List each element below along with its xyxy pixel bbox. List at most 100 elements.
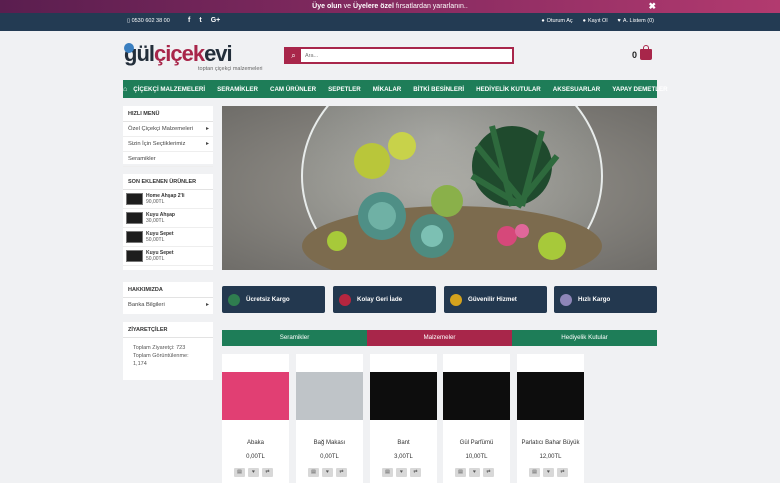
product-tabs: Seramikler Malzemeler Hediyelik Kutular (222, 330, 657, 346)
nav-item-seramikler[interactable]: SERAMİKLER (211, 86, 264, 93)
close-icon[interactable]: ✖ (648, 0, 656, 13)
heart-icon[interactable]: ♥ (248, 468, 259, 477)
gift-icon (560, 293, 572, 306)
compare-icon[interactable]: ⇄ (557, 468, 568, 477)
shopping-bag-icon (640, 45, 653, 60)
recent-product-item[interactable]: Kuyu Ahşap 30,00TL (123, 209, 213, 228)
google-plus-icon[interactable]: G+ (211, 17, 221, 24)
product-price: 3,00TL (394, 454, 413, 460)
logo-tagline: toptan çiçekçi malzemeleri (198, 66, 263, 72)
tab-hediyelik-kutular[interactable]: Hediyelik Kutular (512, 330, 657, 346)
product-thumbnail (126, 212, 143, 224)
compare-icon[interactable]: ⇄ (483, 468, 494, 477)
add-to-cart-icon[interactable]: ▤ (455, 468, 466, 477)
search-button[interactable]: ⌕ (286, 49, 301, 62)
heart-icon[interactable]: ♥ (543, 468, 554, 477)
feature-fast-shipping[interactable]: Hızlı Kargo (554, 286, 657, 313)
quick-menu-item[interactable]: Seramikler (123, 152, 213, 167)
twitter-icon[interactable]: t (199, 17, 201, 24)
product-actions: ▤ ♥ ⇄ (455, 468, 494, 477)
product-actions: ▤ ♥ ⇄ (308, 468, 347, 477)
chevron-right-icon: ▸ (205, 126, 209, 132)
tab-seramikler[interactable]: Seramikler (222, 330, 367, 346)
product-card[interactable]: Bant 3,00TL ▤ ♥ ⇄ (370, 354, 437, 483)
tab-malzemeler[interactable]: Malzemeler (367, 330, 512, 346)
product-card[interactable]: Parlatıcı Bahar Büyük 12,00TL ▤ ♥ ⇄ (517, 354, 584, 483)
nav-item-yapay-demetler[interactable]: YAPAY DEMETLER (606, 86, 673, 93)
facebook-icon[interactable]: f (188, 17, 190, 24)
product-image (517, 372, 584, 420)
nav-item-mikalar[interactable]: MİKALAR (367, 86, 408, 93)
logo-part3: evi (204, 41, 233, 66)
compare-icon[interactable]: ⇄ (336, 468, 347, 477)
nav-item-sepetler[interactable]: SEPETLER (322, 86, 367, 93)
nav-item-hediyelik-kutular[interactable]: HEDİYELİK KUTULAR (470, 86, 547, 93)
compare-icon[interactable]: ⇄ (262, 468, 273, 477)
product-card[interactable]: Gül Parfümü 10,00TL ▤ ♥ ⇄ (443, 354, 510, 483)
product-image (370, 372, 437, 420)
recent-product-item[interactable]: Home Ahşap 2'li 90,00TL (123, 190, 213, 209)
search-box: ⌕ (284, 47, 514, 64)
add-to-cart-icon[interactable]: ▤ (529, 468, 540, 477)
quick-menu-item[interactable]: Özel Çiçekçi Malzemeleri ▸ (123, 122, 213, 137)
recent-product-item[interactable]: Kuyu Sepet 50,00TL (123, 228, 213, 247)
nav-item-cam-urunler[interactable]: CAM ÜRÜNLER (264, 86, 322, 93)
compare-icon[interactable]: ⇄ (410, 468, 421, 477)
account-links: ● Oturum Aç ● Kayıt Ol ♥ A. Listem (0) (541, 18, 654, 24)
product-name: Parlatıcı Bahar Büyük (521, 440, 580, 446)
register-link[interactable]: ● Kayıt Ol (583, 18, 608, 24)
bank-info-label: Banka Bilgileri (128, 302, 165, 308)
chevron-right-icon: ▸ (205, 302, 209, 308)
shield-icon (450, 293, 462, 306)
heart-icon[interactable]: ♥ (322, 468, 333, 477)
product-image (296, 372, 363, 420)
feature-easy-return[interactable]: Kolay Geri İade (333, 286, 436, 313)
recent-products-panel: SON EKLENEN ÜRÜNLER Home Ahşap 2'li 90,00… (123, 174, 213, 270)
product-thumbnail (126, 250, 143, 262)
product-name: Bağ Makası (313, 440, 346, 446)
visitors-panel: ZİYARETÇİLER Toplam Ziyaretçi: 723 Topla… (123, 322, 213, 380)
flower-icon (339, 293, 351, 306)
search-input[interactable] (301, 49, 512, 62)
feature-free-shipping[interactable]: Ücretsiz Kargo (222, 286, 325, 313)
feature-trusted-service[interactable]: Güvenilir Hizmet (444, 286, 547, 313)
promo-bar: Üye olun ve Üyelere özel fırsatlardan ya… (0, 0, 780, 13)
product-card[interactable]: Bağ Makası 0,00TL ▤ ♥ ⇄ (296, 354, 363, 483)
heart-icon: ♥ (617, 18, 621, 24)
recent-product-item[interactable]: Kuyu Sepet 50,00TL (123, 247, 213, 266)
add-to-cart-icon[interactable]: ▤ (308, 468, 319, 477)
main-nav: ⌂ ÇİÇEKÇİ MALZEMELERİ SERAMİKLER CAM ÜRÜ… (123, 80, 668, 98)
product-price: 50,00TL (146, 237, 165, 243)
heart-icon[interactable]: ♥ (469, 468, 480, 477)
product-price: 90,00TL (146, 199, 165, 205)
heart-icon[interactable]: ♥ (396, 468, 407, 477)
cart-widget[interactable]: 0 (632, 45, 653, 60)
nav-item-cicekci[interactable]: ÇİÇEKÇİ MALZEMELERİ (127, 86, 211, 93)
add-to-cart-icon[interactable]: ▤ (382, 468, 393, 477)
nav-item-aksesuarlar[interactable]: AKSESUARLAR (547, 86, 606, 93)
hero-banner[interactable] (222, 106, 657, 270)
site-logo[interactable]: gülçiçekevi toptan çiçekçi malzemeleri (124, 41, 264, 75)
pageview-total: 1,174 (133, 361, 147, 367)
feature-label: Ücretsiz Kargo (246, 296, 290, 303)
add-to-cart-icon[interactable]: ▤ (234, 468, 245, 477)
nav-item-bitki-besinleri[interactable]: BİTKİ BESİNLERİ (407, 86, 470, 93)
about-panel: HAKKIMIZDA Banka Bilgileri ▸ (123, 282, 213, 314)
logo-badge-icon (124, 43, 134, 53)
quick-menu-label: Özel Çiçekçi Malzemeleri (128, 126, 194, 132)
product-thumbnail (126, 231, 143, 243)
logo-part2: çiçek (154, 41, 205, 66)
quick-menu-item[interactable]: Sizin İçin Seçtiklerimiz ▸ (123, 137, 213, 152)
product-card[interactable]: Abaka 0,00TL ▤ ♥ ⇄ (222, 354, 289, 483)
product-name: Abaka (246, 440, 264, 446)
social-links: f t G+ (188, 17, 220, 24)
wishlist-link[interactable]: ♥ A. Listem (0) (618, 18, 654, 24)
login-link[interactable]: ● Oturum Aç (541, 18, 572, 24)
phone-number: 0530 602 38 00 (131, 18, 170, 24)
wishlist-label: A. Listem (0) (622, 18, 654, 24)
promo-part3: Üyelere özel (353, 3, 394, 10)
quick-menu-title: HIZLI MENÜ (123, 106, 213, 122)
cart-count: 0 (632, 49, 638, 60)
bank-info-link[interactable]: Banka Bilgileri ▸ (123, 298, 213, 312)
terrarium-image (222, 106, 657, 270)
